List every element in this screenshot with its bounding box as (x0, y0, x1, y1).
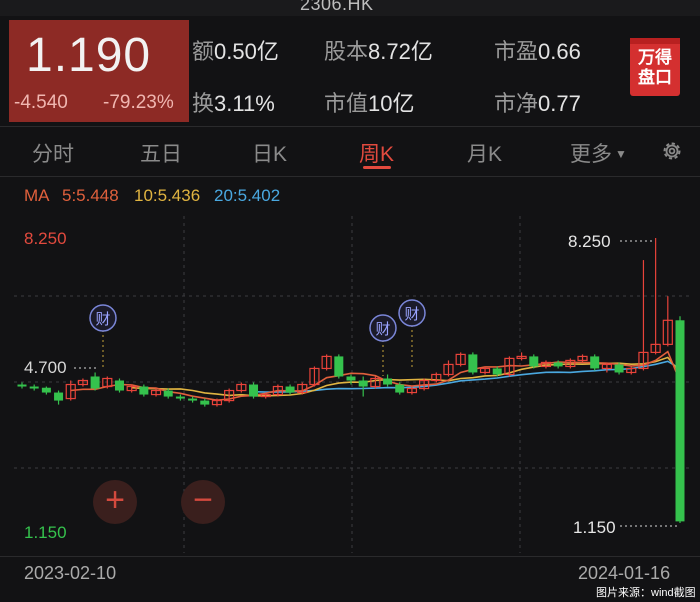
stat-value: 0.77 (538, 91, 581, 116)
ma20-value: 20:5.402 (214, 186, 281, 205)
divider (0, 556, 700, 557)
stat-value: 10亿 (368, 91, 415, 116)
zoom-in-button[interactable]: + (93, 480, 137, 524)
candle-body (395, 384, 405, 393)
ma5-value: 5:5.448 (62, 186, 119, 205)
candle-body (492, 368, 502, 375)
tab-daily-k[interactable]: 日K (252, 138, 287, 168)
candle-body (249, 384, 259, 397)
tab-intraday[interactable]: 分时 (32, 138, 74, 168)
candle-body (614, 364, 624, 373)
stat-value: 3.11% (214, 91, 275, 116)
price-change-pct: -79.23% (103, 92, 174, 113)
event-marker-label: 财 (404, 306, 419, 323)
divider (0, 126, 700, 127)
candle-body (675, 320, 685, 522)
stat-key: 市值 (324, 91, 369, 116)
y-axis-bottom-label: 1.150 (24, 523, 67, 542)
image-credit: 图片来源：wind截图 (596, 587, 696, 599)
divider (0, 176, 700, 177)
stat-pb: 市净0.77 (494, 86, 581, 118)
candle-body (139, 386, 149, 395)
brand-line2: 盘口 (638, 68, 672, 87)
candle-body (29, 386, 39, 389)
price-change: -4.540 (14, 92, 68, 113)
event-markers: 财 财 财 (89, 299, 426, 376)
high-low-markers (620, 240, 680, 527)
tab-monthly-k[interactable]: 月K (467, 138, 502, 168)
stat-value: 8.72亿 (368, 39, 433, 64)
candle-body (200, 400, 210, 405)
end-date-label: 2024-01-16 (578, 563, 671, 583)
gear-icon[interactable] (660, 139, 684, 163)
period-tabs: 分时 五日 日K 周K 月K 更多 ▼ (0, 132, 700, 174)
y-axis-top-label: 8.250 (24, 229, 67, 248)
candle-body (383, 378, 393, 385)
ma10-value: 10:5.436 (134, 186, 201, 205)
tab-more[interactable]: 更多 ▼ (570, 138, 627, 168)
stat-share-capital: 股本8.72亿 (324, 34, 433, 66)
low-price-label: 1.150 (573, 518, 616, 537)
candle-body (334, 356, 344, 377)
tab-five-day[interactable]: 五日 (140, 138, 182, 168)
candle-body (468, 354, 478, 373)
candle-body (346, 376, 356, 381)
candle-body (90, 376, 100, 389)
event-marker-label: 财 (95, 311, 110, 328)
stat-key: 换 (192, 91, 215, 116)
brand-line1: 万得 (638, 48, 672, 67)
y-axis-mid-label: 4.700 (24, 358, 67, 377)
last-price: 1.190 (26, 29, 152, 82)
tab-weekly-k[interactable]: 周K (359, 138, 394, 168)
ma-label: MA (24, 186, 50, 205)
active-tab-indicator (363, 166, 391, 169)
start-date-label: 2023-02-10 (24, 563, 117, 583)
candle-body (54, 392, 64, 401)
stat-turnover-rate: 换3.11% (192, 86, 275, 118)
zoom-out-button[interactable]: − (181, 480, 225, 524)
candle-body (163, 390, 173, 397)
candle-body (553, 362, 563, 367)
candle-body (590, 356, 600, 369)
stat-key: 市净 (494, 91, 539, 116)
stat-key: 额 (192, 39, 215, 64)
stat-key: 市盈 (494, 39, 539, 64)
candle-body (358, 380, 368, 387)
high-price-label: 8.250 (568, 232, 611, 251)
ma-lines (70, 350, 681, 402)
stat-market-cap: 市值10亿 (324, 86, 415, 118)
stat-key: 股本 (324, 39, 369, 64)
caret-down-icon: ▼ (615, 147, 627, 161)
ma5-line (70, 350, 681, 402)
candle-body (41, 387, 51, 393)
candle-body (114, 380, 124, 391)
stat-pe: 市盈0.66 (494, 34, 581, 66)
candle-body (188, 398, 198, 401)
candle-body (17, 384, 27, 387)
candle-body (285, 386, 295, 393)
candle-body (529, 356, 539, 367)
stat-value: 0.50亿 (214, 39, 279, 64)
ticker-title: 2306.HK (300, 0, 374, 14)
event-marker-label: 财 (375, 321, 390, 338)
stat-value: 0.66 (538, 39, 581, 64)
wind-orderbook-button[interactable]: 万得 盘口 (630, 38, 680, 96)
candle-body (175, 396, 185, 399)
tab-more-label: 更多 (570, 143, 612, 166)
stat-turnover: 额0.50亿 (192, 34, 279, 66)
